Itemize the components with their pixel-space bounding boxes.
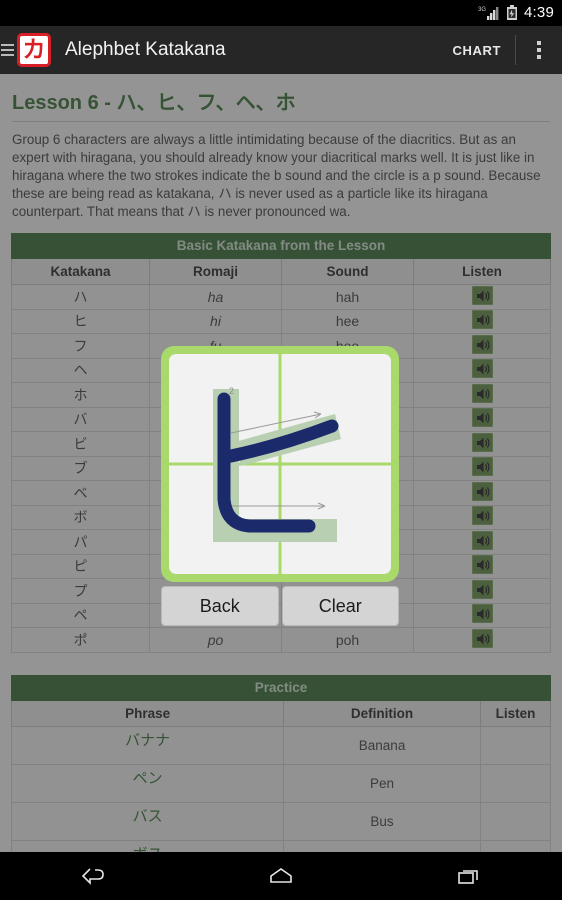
system-nav-bar xyxy=(0,852,562,900)
back-button[interactable]: Back xyxy=(161,586,279,626)
signal-bars-icon: 3G xyxy=(478,5,500,21)
drawing-canvas[interactable]: 2 1 xyxy=(169,354,391,574)
status-clock: 4:39 xyxy=(524,4,554,21)
app-icon[interactable]: カ xyxy=(17,33,51,67)
overflow-menu-icon[interactable] xyxy=(516,26,562,74)
stroke-number-2: 2 xyxy=(229,386,234,396)
clear-button[interactable]: Clear xyxy=(281,586,399,626)
draw-card: 2 1 xyxy=(161,346,399,582)
recents-icon[interactable] xyxy=(433,852,503,900)
status-bar: 3G 4:39 xyxy=(0,0,562,26)
stroke-guide-svg: 2 1 xyxy=(169,354,391,574)
chart-button[interactable]: CHART xyxy=(439,43,516,58)
app-title: Alephbet Katakana xyxy=(65,39,226,60)
draw-practice-dialog: 2 1 Back Clear xyxy=(161,346,399,626)
action-bar: カ Alephbet Katakana CHART xyxy=(0,26,562,74)
svg-text:3G: 3G xyxy=(478,7,486,13)
dialog-button-row: Back Clear xyxy=(161,586,399,626)
app-screen: 3G 4:39 カ Alephbet Katakana CHART 2 1 Ba… xyxy=(0,0,562,900)
battery-icon xyxy=(506,5,518,21)
hamburger-menu-icon[interactable] xyxy=(0,26,16,74)
home-icon[interactable] xyxy=(246,852,316,900)
back-arrow-icon[interactable] xyxy=(59,852,129,900)
